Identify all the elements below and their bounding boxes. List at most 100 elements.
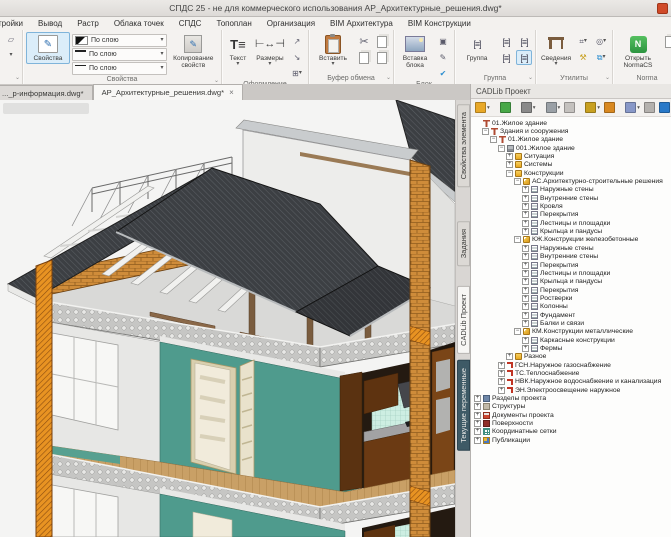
group-dialog-launcher-icon[interactable]: ⌄ (386, 74, 391, 81)
viewport-controls[interactable] (3, 103, 89, 114)
expand-icon[interactable]: + (498, 370, 505, 377)
tree-item[interactable]: +НВК.Наружное водоснабжение и канализаци… (471, 378, 671, 386)
color-bylayer-select[interactable]: По слою▾ (72, 34, 167, 47)
collapse-all-icon[interactable] (563, 101, 576, 114)
side-tab[interactable]: Задания (457, 221, 470, 266)
collapse-icon[interactable]: − (506, 170, 513, 177)
norma-doc-button[interactable] (662, 34, 671, 49)
block-attrib-button[interactable]: ✔ (435, 66, 451, 81)
expand-icon[interactable]: + (522, 245, 529, 252)
expand-icon[interactable]: + (522, 253, 529, 260)
tree-item[interactable]: +Крыльца и пандусы (471, 227, 671, 235)
tree-item[interactable]: +Системы (471, 161, 671, 169)
expand-icon[interactable]: + (474, 437, 481, 444)
import-object-icon[interactable] (499, 101, 512, 114)
sync-icon[interactable]: ▾ (658, 101, 671, 114)
tree-item[interactable]: +Перекрытия (471, 286, 671, 294)
tree-item[interactable]: +ЭН.Электроосвещение наружное (471, 386, 671, 394)
lineweight-bylayer-select[interactable]: По слою▾ (72, 62, 167, 75)
collapse-icon[interactable]: − (490, 136, 497, 143)
expand-icon[interactable]: + (506, 353, 513, 360)
tree-item[interactable]: +Лестницы и площадки (471, 269, 671, 277)
properties-button[interactable]: ✎ Свойства (26, 32, 70, 64)
expand-icon[interactable]: + (522, 287, 529, 294)
info-button[interactable]: Сведения▾ (539, 32, 573, 69)
paste-button[interactable]: Вставить▾ (312, 32, 354, 69)
menu-item[interactable]: Вывод (38, 19, 62, 28)
expand-icon[interactable]: + (498, 387, 505, 394)
text-button[interactable]: T≡ Текст▾ (225, 32, 251, 69)
tree-item[interactable]: +ТС.Теплоснабжение (471, 369, 671, 377)
expand-icon[interactable]: + (498, 362, 505, 369)
tree-item[interactable]: +Разделы проекта (471, 394, 671, 402)
menu-item[interactable]: BIM Архитектура (330, 19, 393, 28)
group-dialog-launcher-icon[interactable]: ⌄ (15, 74, 20, 81)
match-properties-button[interactable]: ✎ Копирование свойств (169, 32, 218, 71)
group-dialog-launcher-icon[interactable]: ⌄ (605, 74, 610, 81)
tree-item[interactable]: +Внутренние стены (471, 253, 671, 261)
group-button[interactable]: [≡] Группа (458, 32, 496, 64)
tree-item[interactable]: +Структуры (471, 403, 671, 411)
tree-item[interactable]: +Наружные стены (471, 244, 671, 252)
tree-item[interactable]: +Фермы (471, 344, 671, 352)
expand-icon[interactable]: + (474, 412, 481, 419)
document-tab[interactable]: ..._р-информация.dwg* (0, 85, 93, 100)
tree-item[interactable]: +Колонны (471, 303, 671, 311)
expand-icon[interactable]: + (522, 312, 529, 319)
drawing-canvas[interactable] (0, 100, 455, 537)
tree-item[interactable]: +Поверхности (471, 419, 671, 427)
open-model-icon[interactable]: ▾ (474, 101, 491, 114)
close-tab-icon[interactable]: × (229, 88, 234, 97)
chevron-down-icon[interactable]: ▾ (487, 105, 490, 111)
measure-button[interactable]: ⌗▾ (575, 34, 591, 49)
block-editor-button[interactable]: ▣ (435, 34, 451, 49)
cut-button[interactable]: ✂ (356, 34, 372, 49)
menu-item[interactable]: Растр (77, 19, 99, 28)
collapse-icon[interactable]: − (482, 128, 489, 135)
menu-item[interactable]: СПДС (179, 19, 202, 28)
copy-with-basepoint-button[interactable] (374, 34, 390, 49)
tree-item[interactable]: −01.Жилое здание (471, 136, 671, 144)
chevron-down-icon[interactable]: ▾ (637, 105, 640, 111)
menu-item[interactable]: Топоплан (216, 19, 251, 28)
tree-item[interactable]: 01.Жилое здание (471, 119, 671, 127)
chevron-down-icon[interactable]: ▾ (533, 105, 536, 111)
menu-item[interactable]: BIM Конструкции (408, 19, 471, 28)
group-dialog-launcher-icon[interactable]: ⌄ (528, 74, 533, 81)
table-button[interactable]: ⊞▾ (289, 66, 305, 81)
expand-icon[interactable]: + (522, 303, 529, 310)
tree-item[interactable]: +Документы проекта (471, 411, 671, 419)
partial-dropdown[interactable]: ▾ (3, 48, 19, 63)
tree-item[interactable]: +Наружные стены (471, 186, 671, 194)
tree-item[interactable]: +Публикации (471, 436, 671, 444)
tree-item[interactable]: +Ситуация (471, 152, 671, 160)
menu-item[interactable]: Облака точек (114, 19, 164, 28)
expand-icon[interactable]: + (522, 262, 529, 269)
expand-icon[interactable]: + (522, 220, 529, 227)
collapse-icon[interactable]: − (514, 178, 521, 185)
tree-item[interactable]: +Координатные сетки (471, 428, 671, 436)
tree-item[interactable]: +Разное (471, 353, 671, 361)
note-button[interactable]: ↘ (289, 50, 305, 65)
tree-item[interactable]: +Кровля (471, 202, 671, 210)
chevron-down-icon[interactable]: ▾ (597, 105, 600, 111)
expand-icon[interactable]: + (522, 295, 529, 302)
building-model[interactable] (0, 100, 455, 537)
play-icon[interactable]: ▾ (520, 101, 537, 114)
side-tab[interactable]: Свойства элемента (457, 104, 470, 187)
group-edit-button[interactable]: [≡] (498, 50, 514, 65)
tree-item[interactable]: +Ростверки (471, 294, 671, 302)
tree-item[interactable]: +Крыльца и пандусы (471, 278, 671, 286)
refresh-image-icon[interactable]: ▾ (624, 101, 641, 114)
expand-icon[interactable]: + (522, 270, 529, 277)
linetype-bylayer-select[interactable]: По слою▾ (72, 48, 167, 61)
ungroup-button[interactable]: [≡] (498, 34, 514, 49)
expand-icon[interactable]: + (522, 320, 529, 327)
expand-icon[interactable]: + (522, 337, 529, 344)
tree-item[interactable]: +Балки и связи (471, 319, 671, 327)
expand-icon[interactable]: + (522, 228, 529, 235)
collapse-icon[interactable]: − (498, 145, 505, 152)
tree-item[interactable]: +Перекрытия (471, 211, 671, 219)
expand-icon[interactable]: + (522, 278, 529, 285)
dimensions-button[interactable]: ⊢↔⊣ Размеры▾ (253, 32, 287, 69)
